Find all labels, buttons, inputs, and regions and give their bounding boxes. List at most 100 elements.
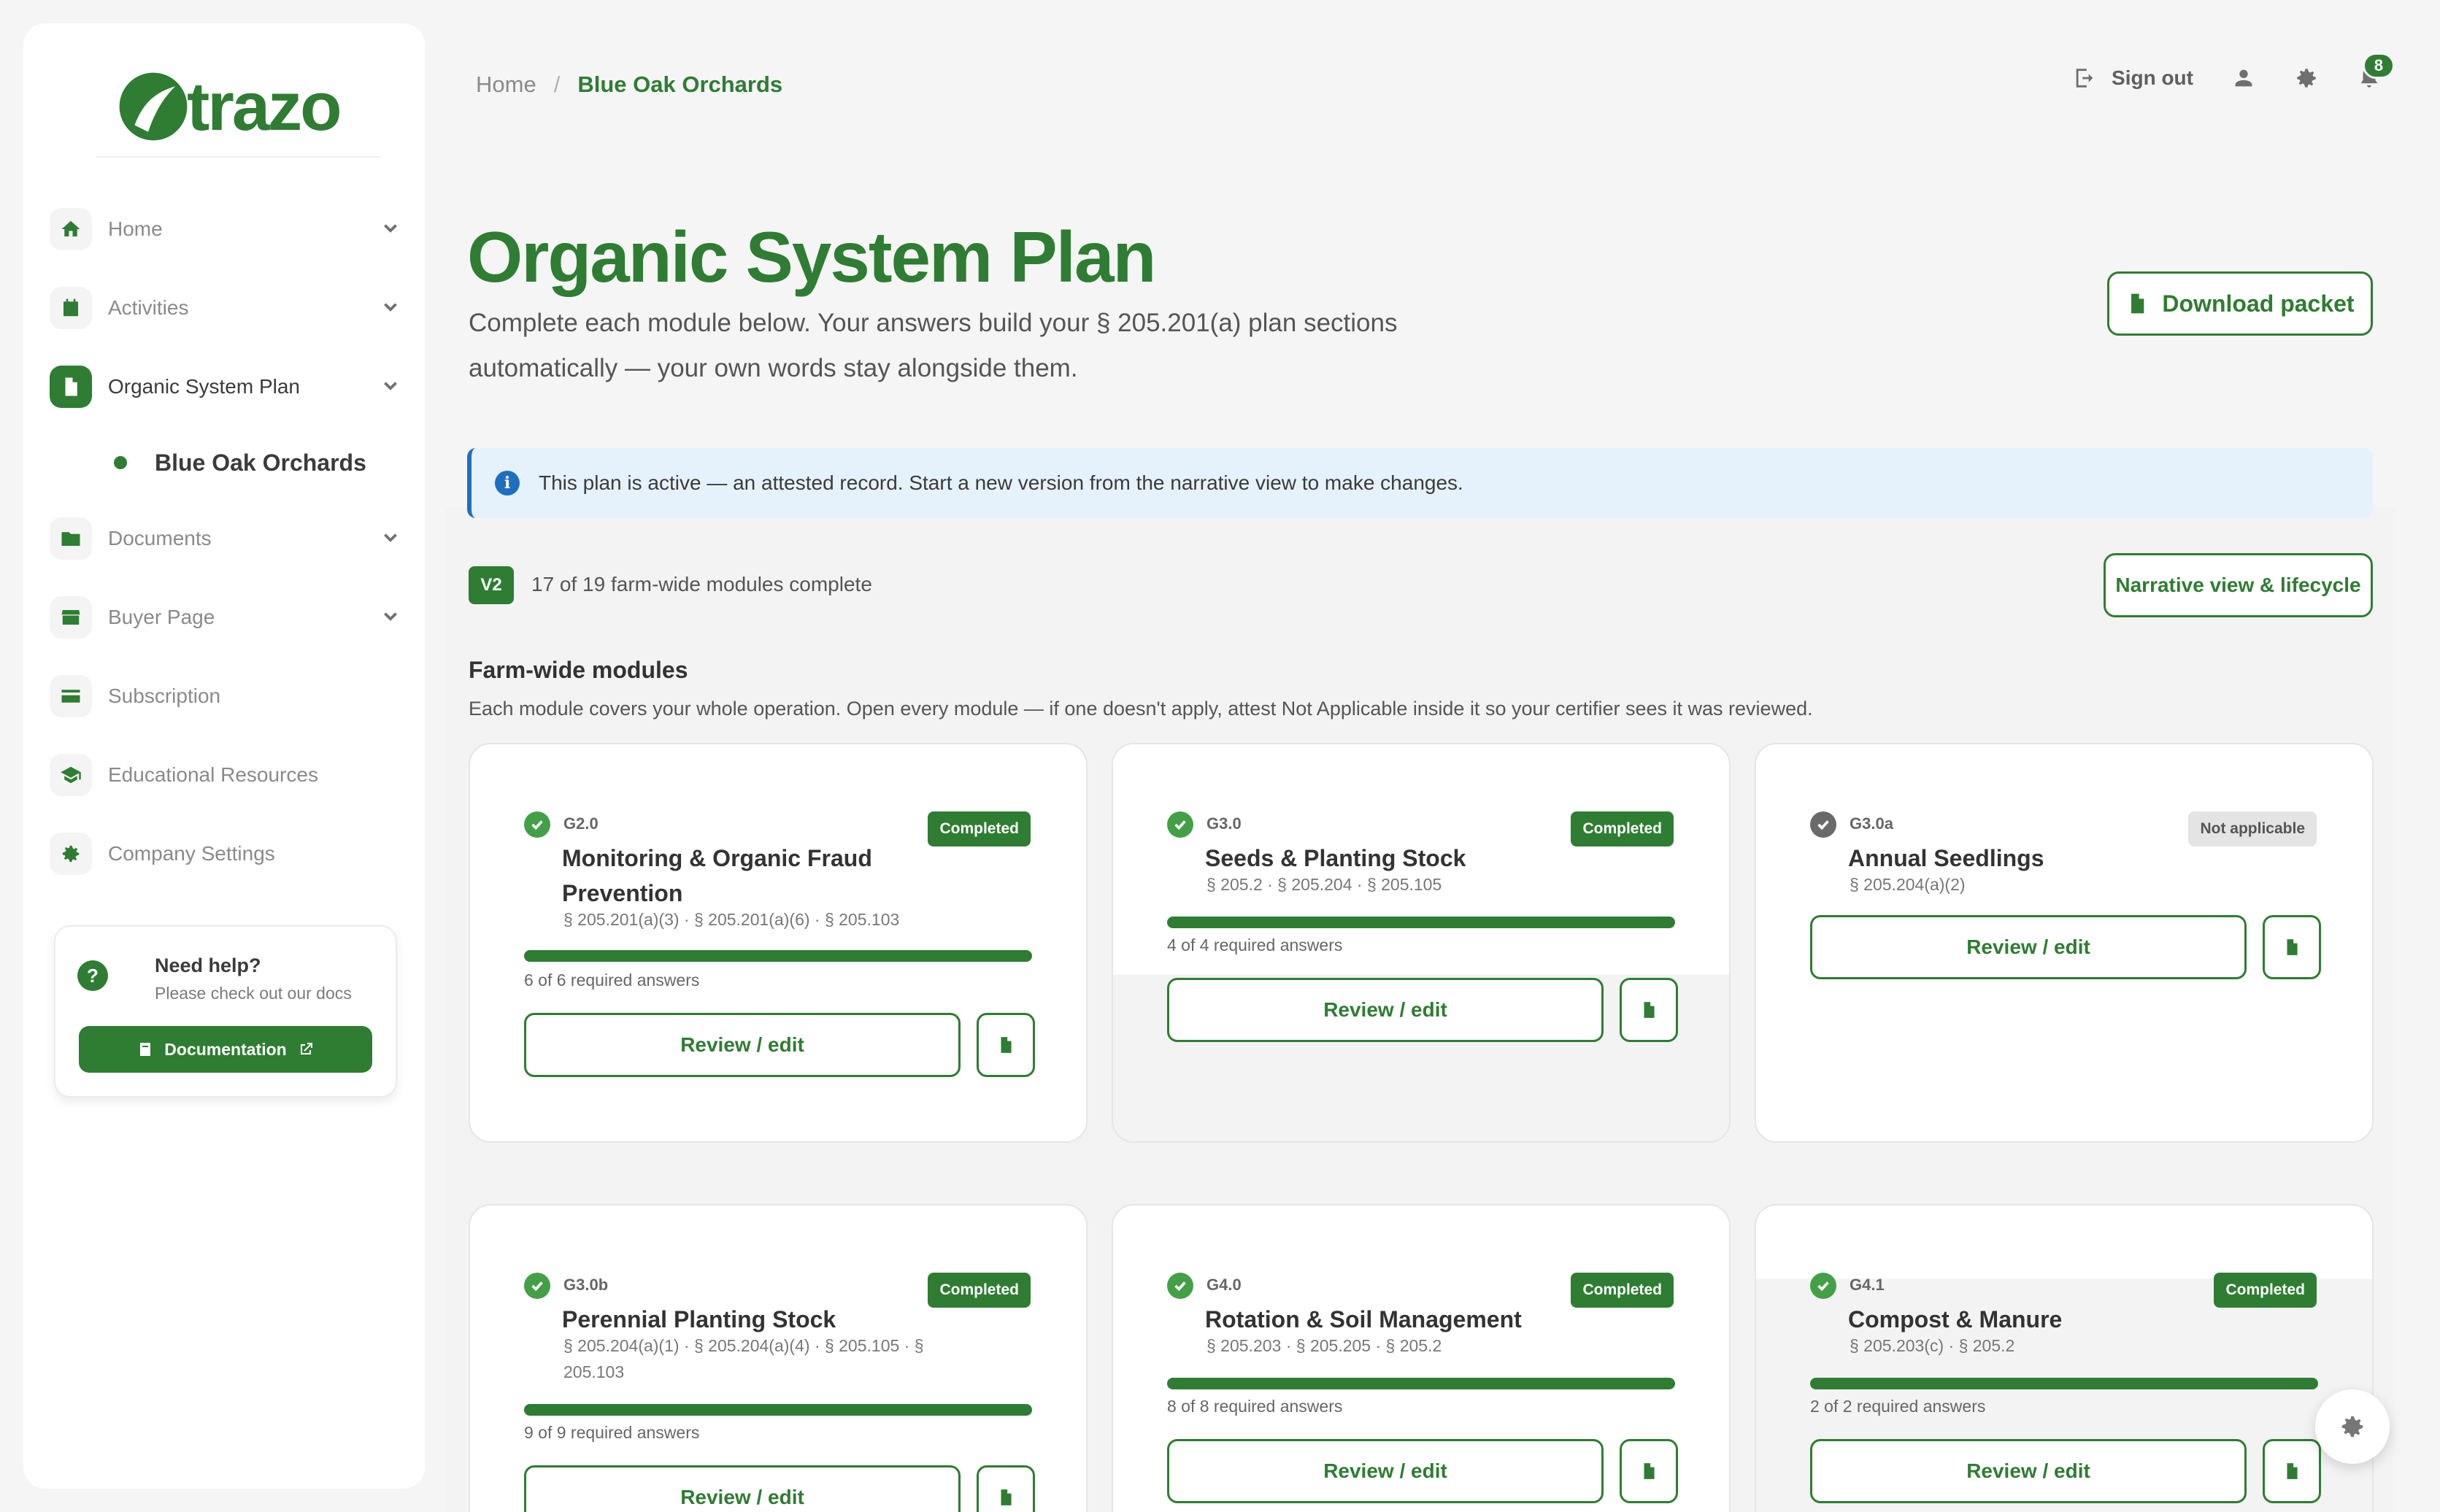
status-badge: Completed: [1571, 1273, 1674, 1308]
status-badge: Completed: [1571, 811, 1674, 846]
progress-bar: [524, 1404, 1032, 1416]
sidebar-item-label: Subscription: [108, 684, 221, 707]
sidebar-item-label: Documents: [108, 527, 212, 549]
narrative-view-button[interactable]: Narrative view & lifecycle: [2104, 553, 2373, 617]
review-edit-button[interactable]: Review / edit: [1167, 978, 1604, 1042]
home-icon: [50, 208, 92, 250]
module-card: G3.0a Annual Seedlings § 205.204(a)(2) N…: [1755, 743, 2374, 1143]
check-circle-icon: [524, 1273, 550, 1299]
check-circle-icon: [1810, 811, 1836, 838]
breadcrumb-separator: /: [553, 72, 561, 97]
account-button[interactable]: [2231, 66, 2256, 90]
module-code: G3.0a: [1850, 814, 1893, 833]
module-progress-text: 17 of 19 farm-wide modules complete: [531, 573, 872, 595]
review-edit-button[interactable]: Review / edit: [1167, 1439, 1604, 1503]
external-link-icon: [300, 1043, 312, 1054]
sidebar-item-buyer-page[interactable]: Buyer Page: [50, 578, 407, 657]
logout-icon: [2076, 69, 2093, 88]
module-cfr-citations: § 205.2 · § 205.204 · § 205.105: [1206, 875, 1442, 894]
module-card: G3.0b Perennial Planting Stock § 205.204…: [469, 1204, 1088, 1512]
module-title: Monitoring & Organic Fraud Prevention: [562, 845, 872, 906]
settings-button[interactable]: [2294, 66, 2319, 90]
check-circle-icon: [1810, 1273, 1836, 1299]
documentation-label: Documentation: [164, 1039, 287, 1059]
review-edit-button[interactable]: Review / edit: [1810, 1439, 2247, 1503]
required-answers-text: 4 of 4 required answers: [1167, 936, 1343, 954]
view-document-button[interactable]: [2263, 1439, 2321, 1503]
check-circle-icon: [524, 811, 550, 838]
view-document-button[interactable]: [977, 1465, 1035, 1512]
file-icon: [2131, 293, 2144, 314]
module-title: Annual Seedlings: [1848, 845, 2044, 871]
module-title: Compost & Manure: [1848, 1306, 2063, 1332]
breadcrumb: Home / Blue Oak Orchards: [476, 72, 782, 98]
divider: [96, 156, 381, 158]
view-document-button[interactable]: [1620, 978, 1678, 1042]
module-code: G3.0: [1206, 814, 1242, 833]
help-card: ? Need help? Please check out our docs D…: [54, 925, 397, 1098]
section-subtitle: Each module covers your whole operation.…: [469, 698, 1813, 720]
sidebar-item-label: Buyer Page: [108, 606, 215, 628]
review-edit-button[interactable]: Review / edit: [1810, 915, 2247, 979]
chevron-down-icon[interactable]: [381, 298, 400, 317]
sidebar-item-label: Company Settings: [108, 842, 275, 865]
sidebar-item-home[interactable]: Home: [50, 190, 407, 269]
view-document-button[interactable]: [2263, 915, 2321, 979]
progress-bar: [1167, 1378, 1675, 1389]
active-dot: [114, 456, 127, 469]
module-cfr-citations: § 205.203 · § 205.205 · § 205.2: [1206, 1336, 1442, 1355]
required-answers-text: 9 of 9 required answers: [524, 1423, 700, 1442]
breadcrumb-current[interactable]: Blue Oak Orchards: [577, 72, 782, 98]
sign-out-button[interactable]: Sign out: [2072, 66, 2193, 90]
file-icon: [1644, 1463, 1655, 1479]
module-title: Rotation & Soil Management: [1205, 1306, 1522, 1332]
file-icon: [1644, 1002, 1655, 1018]
required-answers-text: 8 of 8 required answers: [1167, 1397, 1343, 1416]
sidebar-item-educational-resources[interactable]: Educational Resources: [50, 736, 407, 814]
gear-icon: [2297, 69, 2316, 88]
folder-icon: [50, 517, 92, 560]
module-title: Seeds & Planting Stock: [1205, 845, 1466, 871]
gear-icon: [50, 833, 92, 875]
floating-settings-button[interactable]: [2315, 1389, 2390, 1464]
sidebar-item-documents[interactable]: Documents: [50, 499, 407, 578]
download-packet-button[interactable]: Download packet: [2107, 271, 2373, 336]
logo[interactable]: trazo: [111, 64, 342, 149]
version-badge: V2: [469, 566, 514, 604]
view-document-button[interactable]: [977, 1013, 1035, 1077]
sidebar-item-organic-system-plan[interactable]: Organic System Plan: [50, 347, 407, 426]
module-cfr-citations: § 205.201(a)(3) · § 205.201(a)(6) · § 20…: [563, 910, 900, 929]
module-card: G3.0 Seeds & Planting Stock § 205.2 · § …: [1112, 743, 1731, 1143]
chevron-down-icon[interactable]: [381, 219, 400, 238]
notifications-button[interactable]: 8: [2357, 53, 2395, 90]
info-banner: i This plan is active — an attested reco…: [467, 448, 2373, 518]
sidebar-subitem-label: Blue Oak Orchards: [155, 449, 366, 476]
breadcrumb-home[interactable]: Home: [476, 72, 536, 98]
section-title: Farm-wide modules: [469, 657, 688, 683]
chevron-down-icon[interactable]: [381, 607, 400, 626]
module-cfr-citations: § 205.204(a)(1) · § 205.204(a)(4) · § 20…: [563, 1336, 924, 1381]
review-edit-button[interactable]: Review / edit: [524, 1013, 961, 1077]
sidebar-item-subscription[interactable]: Subscription: [50, 657, 407, 736]
chevron-down-icon[interactable]: [381, 528, 400, 547]
documentation-button[interactable]: Documentation: [79, 1026, 372, 1073]
module-card: G2.0 Monitoring & Organic Fraud Preventi…: [469, 743, 1088, 1143]
status-badge: Completed: [2214, 1273, 2317, 1308]
notification-count-badge: 8: [2363, 53, 2395, 79]
document-icon: [50, 366, 92, 408]
review-edit-button[interactable]: Review / edit: [524, 1465, 961, 1512]
sign-out-label: Sign out: [2112, 66, 2193, 89]
sidebar-item-activities[interactable]: Activities: [50, 269, 407, 347]
view-document-button[interactable]: [1620, 1439, 1678, 1503]
chevron-down-icon[interactable]: [381, 377, 400, 396]
module-code: G4.1: [1850, 1276, 1885, 1294]
sidebar-subitem-blue-oak-orchards[interactable]: Blue Oak Orchards: [50, 426, 407, 499]
download-packet-label: Download packet: [2162, 290, 2355, 317]
sidebar-item-company-settings[interactable]: Company Settings: [50, 814, 407, 893]
leaf-logo-icon: [119, 72, 188, 141]
file-icon: [2287, 939, 2298, 955]
module-code: G4.0: [1206, 1276, 1242, 1294]
check-circle-icon: [1167, 811, 1193, 838]
sidebar-item-label: Home: [108, 217, 163, 240]
user-icon: [2235, 69, 2252, 87]
